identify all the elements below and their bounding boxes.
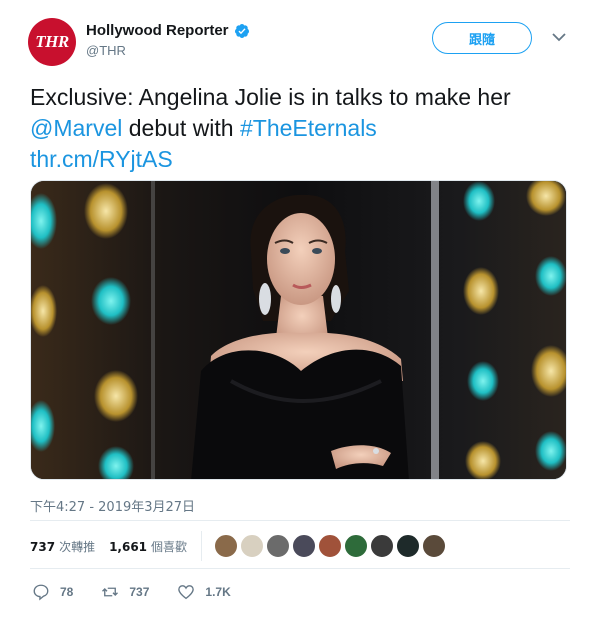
- tweet-stats: 737 次轉推 1,661 個喜歡: [30, 528, 448, 564]
- liker-avatar-6[interactable]: [344, 534, 369, 558]
- reply-count: 78: [60, 585, 74, 599]
- liker-avatar-3[interactable]: [266, 534, 291, 558]
- tweet-text-part1: Exclusive: Angelina Jolie is in talks to…: [30, 84, 511, 110]
- liker-avatar-1[interactable]: [214, 534, 239, 558]
- liker-avatar-7[interactable]: [370, 534, 395, 558]
- follow-button[interactable]: 跟隨: [432, 22, 532, 54]
- retweets-stat[interactable]: 737 次轉推: [30, 538, 95, 555]
- avatar[interactable]: THR: [28, 18, 76, 66]
- handle[interactable]: @THR: [86, 43, 250, 58]
- likes-stat[interactable]: 1,661 個喜歡: [109, 538, 187, 555]
- liker-avatar-9[interactable]: [422, 534, 447, 558]
- avatar-logo-text: THR: [35, 32, 69, 51]
- like-count: 1.7K: [205, 585, 231, 599]
- likes-count: 1,661: [109, 539, 148, 554]
- tweet-text: Exclusive: Angelina Jolie is in talks to…: [30, 82, 570, 175]
- liker-avatar-4[interactable]: [292, 534, 317, 558]
- tweet-actions: 78 737 1.7K: [32, 580, 259, 604]
- likes-label: 個喜歡: [151, 539, 188, 554]
- tweet-text-part2: debut with: [122, 115, 240, 141]
- tweet-photo[interactable]: [30, 180, 567, 480]
- liker-avatar-2[interactable]: [240, 534, 265, 558]
- retweets-label: 次轉推: [59, 539, 96, 554]
- photo-illustration: [31, 181, 566, 479]
- reply-icon: [33, 584, 49, 601]
- liker-avatar-8[interactable]: [396, 534, 421, 558]
- heart-icon: [178, 585, 195, 600]
- url-link[interactable]: thr.cm/RYjtAS: [30, 146, 173, 172]
- divider-bottom: [30, 568, 570, 569]
- tweet-header: THR Hollywood Reporter @THR 跟隨: [28, 18, 576, 70]
- reply-button[interactable]: 78: [32, 583, 73, 601]
- account-name-block: Hollywood Reporter @THR: [86, 22, 250, 58]
- hashtag-link[interactable]: #TheEternals: [240, 115, 377, 141]
- divider-top: [30, 520, 570, 521]
- chevron-down-icon[interactable]: [552, 32, 566, 42]
- liker-avatar-5[interactable]: [318, 534, 343, 558]
- retweet-count: 737: [129, 585, 150, 599]
- retweet-button[interactable]: 737: [101, 583, 149, 601]
- retweets-count: 737: [30, 539, 56, 554]
- display-name[interactable]: Hollywood Reporter: [86, 22, 229, 39]
- retweet-icon: [102, 587, 119, 597]
- tweet-timestamp[interactable]: 下午4:27 - 2019年3月27日: [30, 496, 195, 515]
- mention-link[interactable]: @Marvel: [30, 115, 122, 141]
- verified-badge-icon: [234, 23, 249, 38]
- liker-avatars: [201, 531, 448, 561]
- like-button[interactable]: 1.7K: [177, 583, 231, 601]
